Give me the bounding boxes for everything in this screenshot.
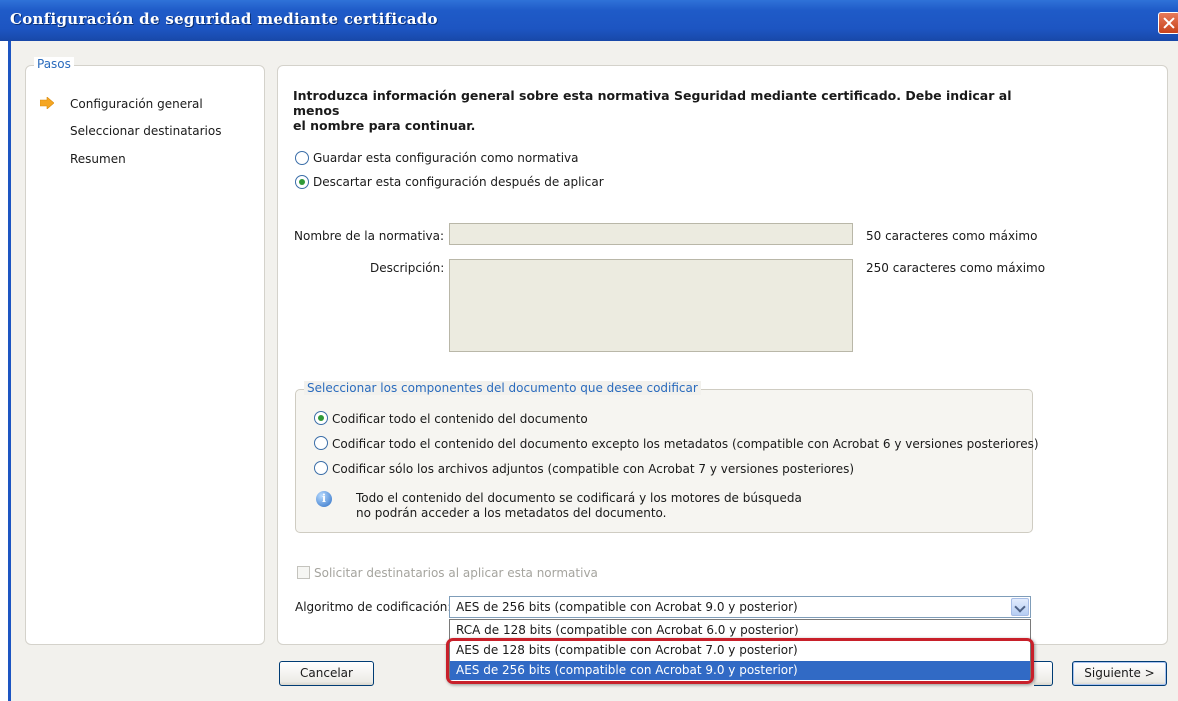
components-legend: Seleccionar los componentes del document…	[304, 381, 701, 395]
encrypt-attachments-radio[interactable]	[314, 461, 328, 475]
intro-heading: Introduzca información general sobre est…	[293, 88, 1053, 133]
steps-legend: Pasos	[34, 57, 74, 71]
policy-name-hint: 50 caracteres como máximo	[866, 229, 1038, 243]
discard-after-label[interactable]: Descartar esta configuración después de …	[313, 175, 604, 189]
algorithm-selected-value: AES de 256 bits (compatible con Acrobat …	[456, 600, 798, 614]
policy-name-label: Nombre de la normativa:	[294, 229, 445, 243]
info-icon: i	[316, 491, 332, 507]
encrypt-all-radio[interactable]	[314, 411, 328, 425]
description-hint: 250 caracteres como máximo	[866, 261, 1046, 275]
info-line-2: no podrán acceder a los metadatos del do…	[356, 506, 667, 520]
intro-line-2: el nombre para continuar.	[293, 118, 476, 133]
window-titlebar: Configuración de seguridad mediante cert…	[0, 0, 1178, 41]
discard-after-radio[interactable]	[295, 175, 309, 189]
components-group: Seleccionar los componentes del document…	[295, 381, 1039, 533]
next-button[interactable]: Siguiente >	[1072, 661, 1167, 686]
encrypt-except-metadata-radio[interactable]	[314, 436, 328, 450]
step-select-recipients: Seleccionar destinatarios	[70, 124, 222, 138]
step-general-config: Configuración general	[70, 97, 203, 111]
close-icon[interactable]	[1158, 12, 1178, 34]
cancel-button[interactable]: Cancelar	[279, 661, 374, 686]
request-recipients-checkbox[interactable]	[297, 566, 310, 579]
current-step-arrow-icon	[40, 97, 54, 109]
save-policy-radio[interactable]	[295, 151, 309, 165]
encrypt-except-metadata-label[interactable]: Codificar todo el contenido del document…	[332, 437, 1039, 451]
annotation-highlight	[446, 638, 1034, 684]
description-label: Descripción:	[370, 261, 445, 275]
algorithm-select[interactable]: AES de 256 bits (compatible con Acrobat …	[449, 596, 1031, 618]
step-summary: Resumen	[70, 152, 126, 166]
back-button-edge[interactable]	[1034, 661, 1053, 686]
encrypt-all-label[interactable]: Codificar todo el contenido del document…	[332, 412, 588, 426]
info-line-1: Todo el contenido del documento se codif…	[356, 491, 802, 505]
algorithm-label: Algoritmo de codificación:	[295, 600, 452, 614]
request-recipients-label[interactable]: Solicitar destinatarios al aplicar esta …	[314, 566, 598, 580]
chevron-down-icon[interactable]	[1011, 598, 1029, 616]
policy-name-input[interactable]	[449, 223, 853, 245]
steps-panel: Pasos Configuración general Seleccionar …	[25, 57, 265, 645]
intro-line-1: Introduzca información general sobre est…	[293, 88, 1012, 118]
save-policy-label[interactable]: Guardar esta configuración como normativ…	[313, 151, 579, 165]
window-title: Configuración de seguridad mediante cert…	[10, 10, 438, 28]
description-textarea[interactable]	[449, 259, 853, 352]
encrypt-attachments-label[interactable]: Codificar sólo los archivos adjuntos (co…	[332, 462, 854, 476]
info-text: Todo el contenido del documento se codif…	[356, 491, 802, 521]
